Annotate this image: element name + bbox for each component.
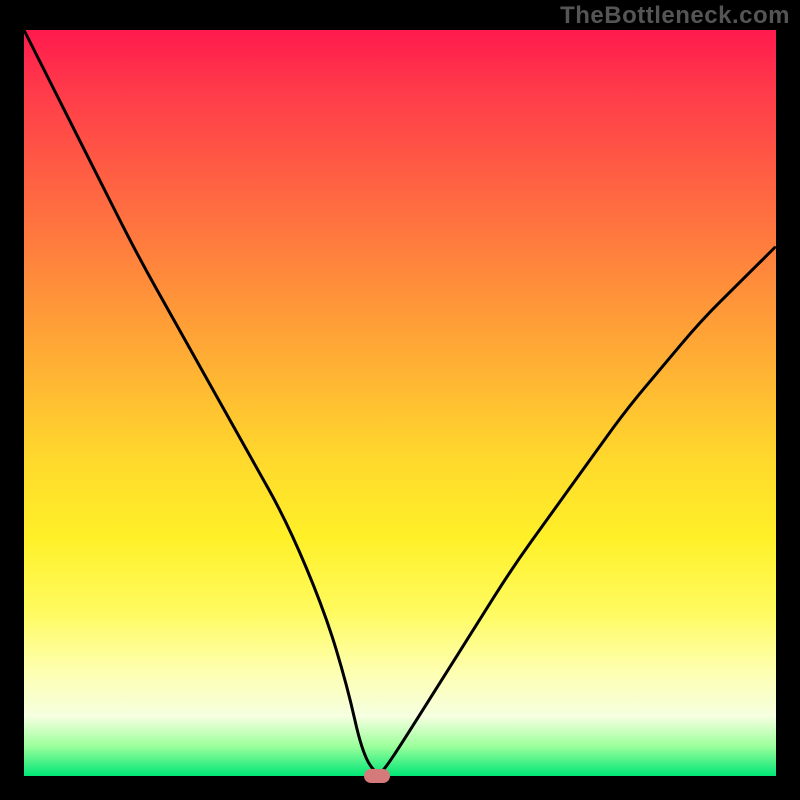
bottleneck-curve: [24, 30, 776, 773]
curve-svg: [24, 30, 776, 776]
chart-frame: TheBottleneck.com: [0, 0, 800, 800]
watermark-text: TheBottleneck.com: [560, 2, 790, 30]
plot-area: [24, 30, 776, 776]
optimum-marker: [364, 769, 390, 783]
